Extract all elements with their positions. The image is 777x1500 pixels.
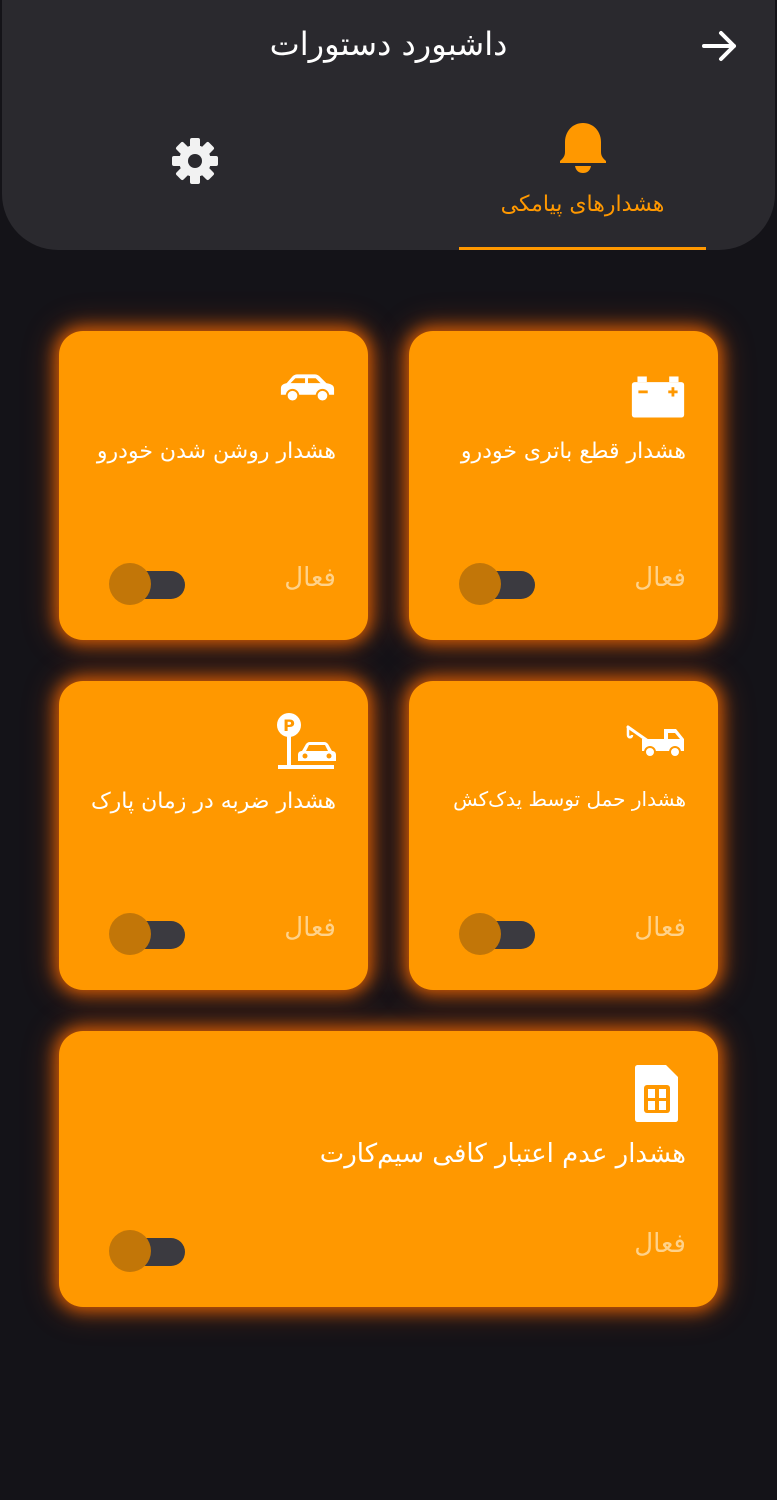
alert-title: هشدار روشن شدن خودرو (96, 439, 336, 464)
alert-card-tow-truck: هشدار حمل توسط یدک‌کش فعال (409, 681, 718, 990)
alert-toggle[interactable] (109, 1228, 189, 1274)
alert-title: هشدار ضربه در زمان پارک (90, 789, 336, 814)
alert-toggle[interactable] (459, 561, 539, 607)
parking-car-icon: P (277, 713, 336, 769)
tow-truck-icon (626, 725, 684, 758)
alert-title: هشدار قطع باتری خودرو (460, 439, 686, 464)
alert-card-sim-credit: هشدار عدم اعتبار کافی سیم‌کارت فعال (59, 1031, 718, 1307)
toggle-knob (459, 913, 501, 955)
toggle-knob (109, 1230, 151, 1272)
car-icon (280, 374, 335, 403)
toggle-knob (109, 913, 151, 955)
alert-status-label: فعال (634, 913, 686, 943)
alert-status-label: فعال (634, 1229, 686, 1259)
alert-status-label: فعال (284, 913, 336, 943)
car-battery-icon (631, 376, 685, 418)
svg-text:P: P (283, 716, 295, 735)
alert-status-label: فعال (634, 563, 686, 593)
alert-toggle[interactable] (109, 911, 189, 957)
alert-toggle[interactable] (109, 561, 189, 607)
alert-card-battery-disconnect: هشدار قطع باتری خودرو فعال (409, 331, 718, 640)
alert-status-label: فعال (284, 563, 336, 593)
toggle-knob (109, 563, 151, 605)
alert-title: هشدار عدم اعتبار کافی سیم‌کارت (319, 1139, 686, 1169)
bell-icon (560, 123, 606, 173)
sim-card-icon (635, 1065, 678, 1122)
toggle-knob (459, 563, 501, 605)
tab-label: هشدارهای پیامکی (500, 192, 665, 217)
page-title: داشبورد دستورات (269, 25, 508, 63)
tab-selected-indicator (459, 247, 706, 250)
tab-sms-alerts[interactable]: هشدارهای پیامکی (459, 110, 706, 250)
arrow-right-icon[interactable] (700, 26, 740, 66)
gear-icon (172, 138, 218, 184)
alert-title: هشدار حمل توسط یدک‌کش (453, 787, 686, 811)
tab-settings[interactable] (160, 130, 230, 200)
alert-card-parking-impact: P هشدار ضربه در زمان پارک فعال (59, 681, 368, 990)
alert-toggle[interactable] (459, 911, 539, 957)
alert-card-car-start: هشدار روشن شدن خودرو فعال (59, 331, 368, 640)
